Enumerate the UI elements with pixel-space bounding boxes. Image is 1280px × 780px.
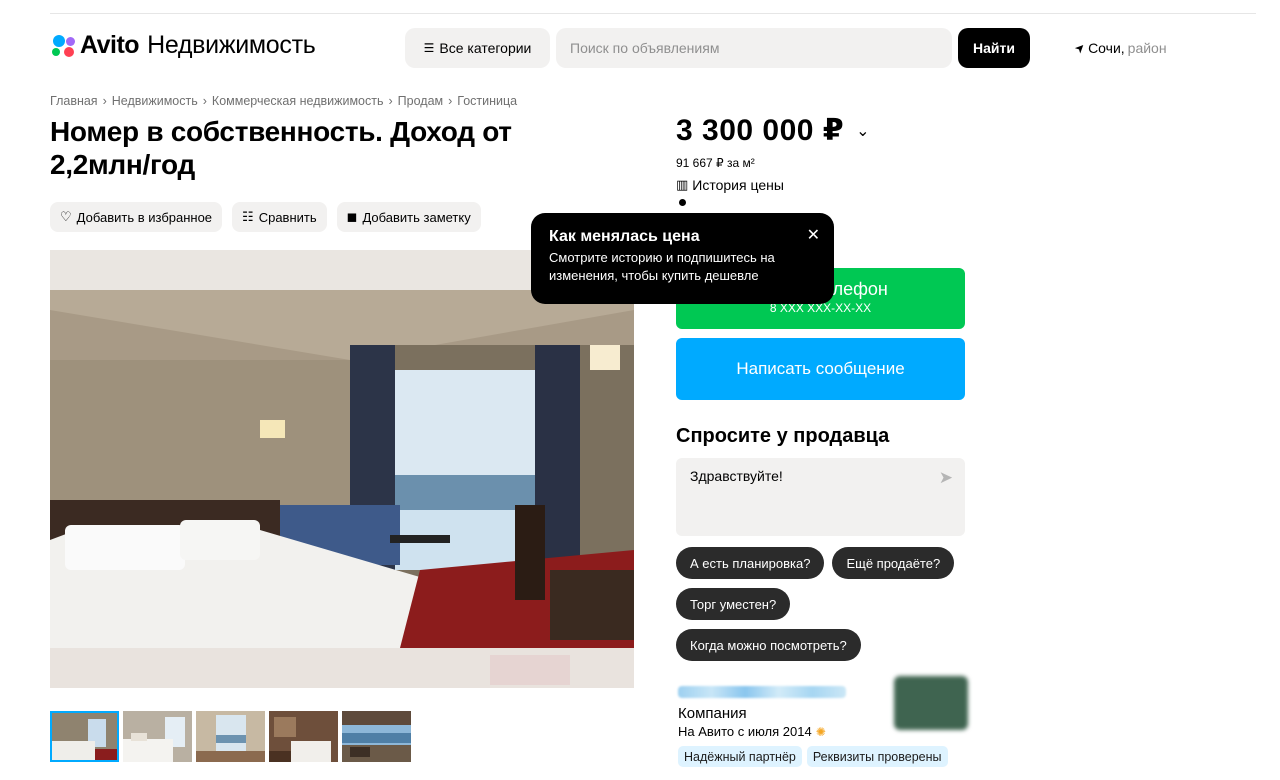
location-city: Сочи, <box>1088 40 1125 56</box>
tooltip-title: Как менялась цена <box>549 228 700 245</box>
all-categories-label: Все категории <box>439 40 532 56</box>
send-icon[interactable]: ➤ <box>939 468 953 488</box>
price-history-tooltip: Как менялась цена Смотрите историю и под… <box>531 213 834 304</box>
add-note-label: Добавить заметку <box>362 209 471 225</box>
photo-thumbnail[interactable] <box>196 711 265 762</box>
ask-seller-input[interactable]: Здравствуйте! ➤ <box>676 458 965 536</box>
seller-type: Компания <box>678 705 747 722</box>
price-value: 3 300 000 ₽ <box>676 114 845 147</box>
tooltip-anchor-dot <box>679 199 686 206</box>
photo-thumbnails <box>50 711 411 762</box>
categories-search-icon: ☰ <box>423 41 435 55</box>
ask-seller-title: Спросите у продавца <box>676 425 890 447</box>
avatar[interactable] <box>894 676 968 730</box>
quick-questions: А есть планировка? Ещё продаёте? Торг ум… <box>676 547 976 661</box>
photo-thumbnail[interactable] <box>269 711 338 762</box>
breadcrumb-item[interactable]: Недвижимость <box>112 94 198 108</box>
search-button[interactable]: Найти <box>958 28 1030 68</box>
price: 3 300 000 ₽ ⌄ <box>676 113 870 148</box>
chevron-down-icon[interactable]: ⌄ <box>856 121 870 141</box>
quick-question-chip[interactable]: Торг уместен? <box>676 588 791 620</box>
note-icon: ◼ <box>346 209 358 224</box>
photo-thumbnail[interactable] <box>50 711 119 762</box>
add-to-favorites-button[interactable]: ♡ Добавить в избранное <box>50 202 223 232</box>
location-district: район <box>1127 40 1167 56</box>
logo-section: Недвижимость <box>147 31 316 59</box>
search-input[interactable] <box>556 28 952 68</box>
status-badge: Реквизиты проверены <box>806 746 948 767</box>
quick-question-chip[interactable]: Ещё продаёте? <box>832 547 955 579</box>
all-categories-button[interactable]: ☰ Все категории <box>405 28 550 68</box>
photo-thumbnail[interactable] <box>123 711 192 762</box>
location-arrow-icon: ➤ <box>1071 39 1089 57</box>
breadcrumb-item[interactable]: Коммерческая недвижимость <box>212 94 384 108</box>
breadcrumb-separator-icon: › <box>388 94 393 108</box>
write-message-button[interactable]: Написать сообщение <box>676 338 965 400</box>
price-history-link[interactable]: ▥ История цены <box>676 177 784 193</box>
page-title: Номер в собственность. Доход от 2,2млн/г… <box>50 116 512 180</box>
listing-actions: ♡ Добавить в избранное ☷ Сравнить ◼ Доба… <box>50 202 481 232</box>
add-note-button[interactable]: ◼ Добавить заметку <box>336 202 481 232</box>
avito-logo[interactable]: Avito Недвижимость <box>50 31 316 60</box>
status-badge: Надёжный партнёр <box>678 746 802 767</box>
compare-label: Сравнить <box>258 209 317 225</box>
quick-question-chip[interactable]: А есть планировка? <box>676 547 825 579</box>
logo-dots-icon <box>50 33 76 59</box>
seller-since: На Авито с июля 2014 ✺ <box>678 724 826 739</box>
main-photo[interactable] <box>50 250 634 688</box>
seller-name-blurred[interactable] <box>678 686 846 698</box>
chart-icon: ▥ <box>676 177 689 192</box>
compare-icon: ☷ <box>242 209 254 224</box>
breadcrumb: Главная › Недвижимость › Коммерческая не… <box>50 94 517 108</box>
ask-seller-message[interactable]: Здравствуйте! <box>690 468 783 484</box>
breadcrumb-item[interactable]: Главная <box>50 94 98 108</box>
top-divider <box>50 13 1256 14</box>
price-history-label: История цены <box>692 177 784 193</box>
medal-icon: ✺ <box>815 724 826 739</box>
quick-question-chip[interactable]: Когда можно посмотреть? <box>676 629 861 661</box>
breadcrumb-separator-icon: › <box>448 94 453 108</box>
location-selector[interactable]: ➤ Сочи, район <box>1071 39 1167 57</box>
heart-icon: ♡ <box>60 209 72 224</box>
photo-thumbnail[interactable] <box>342 711 411 762</box>
logo-brand: Avito <box>80 31 140 59</box>
breadcrumb-separator-icon: › <box>102 94 107 108</box>
seller-since-label: На Авито с июля 2014 <box>678 724 812 739</box>
breadcrumb-item[interactable]: Продам <box>398 94 443 108</box>
breadcrumb-separator-icon: › <box>202 94 207 108</box>
seller-badges: Надёжный партнёр Реквизиты проверены <box>678 746 948 767</box>
compare-button[interactable]: ☷ Сравнить <box>232 202 327 232</box>
breadcrumb-item[interactable]: Гостиница <box>457 94 517 108</box>
add-to-favorites-label: Добавить в избранное <box>76 209 213 225</box>
price-per-meter: 91 667 ₽ за м² <box>676 156 755 170</box>
close-icon[interactable]: ✕ <box>807 225 820 245</box>
tooltip-body: Смотрите историю и подпишитесь на измене… <box>549 250 775 283</box>
